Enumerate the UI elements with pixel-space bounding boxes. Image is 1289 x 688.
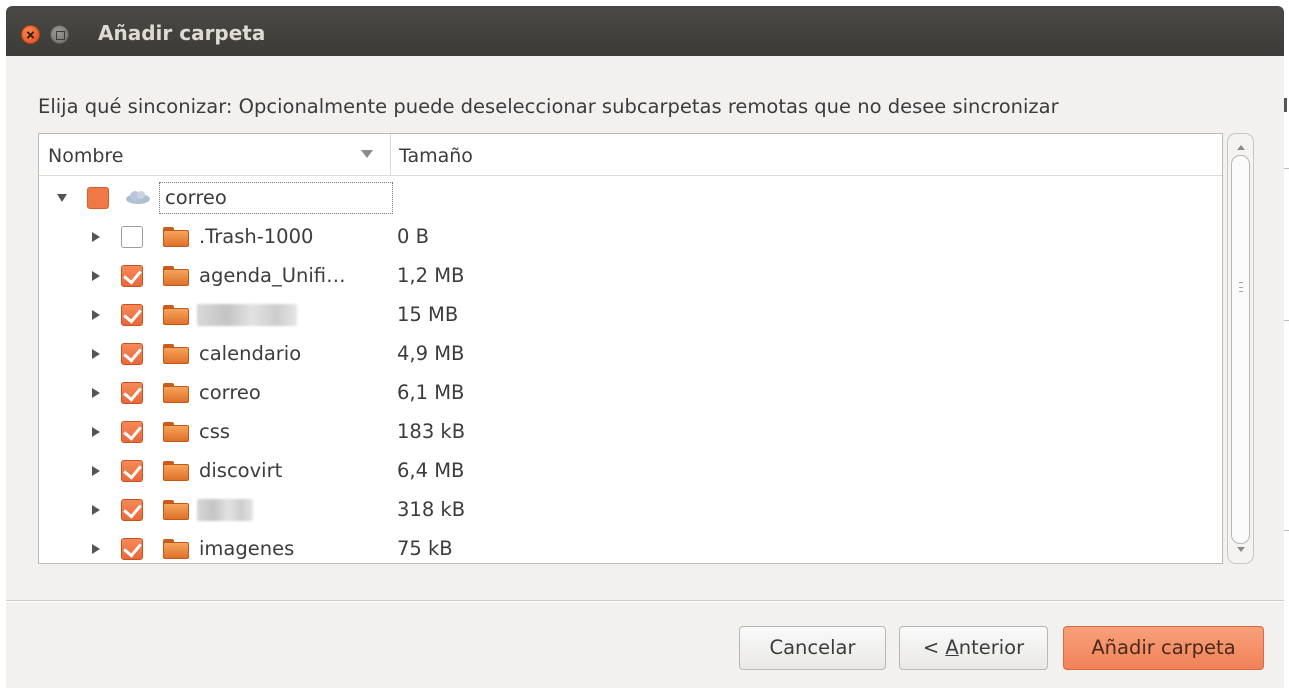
tree-row-name: correo [165,186,227,209]
checkbox-checked[interactable] [121,460,143,482]
background-window-line [1284,320,1289,321]
add-folder-dialog: Añadir carpeta Elija qué sinconizar: Opc… [6,6,1284,688]
root-checkbox[interactable] [87,187,109,209]
instructions-label: Elija qué sinconizar: Opcionalmente pued… [38,95,1059,118]
expander-closed-icon[interactable] [92,427,100,437]
folder-icon [163,461,189,481]
checkbox-checked[interactable] [121,265,143,287]
previous-button[interactable]: < Anterior [899,626,1048,670]
tree-row-size: 1,2 MB [397,264,465,287]
previous-button-rest: nterior [958,636,1025,659]
expander-closed-icon[interactable] [92,544,100,554]
folder-icon [163,422,189,442]
expander-open-icon[interactable] [57,194,67,202]
tree-row-size: 6,4 MB [397,459,465,482]
previous-button-mnemonic: A [945,636,959,659]
tree-row-size: 318 kB [397,498,466,521]
tree-row-name: agenda_Unifi… [199,264,346,287]
tree-row-name: .Trash-1000 [199,225,314,248]
tree-row-size: 75 kB [397,537,453,560]
tree-row-root[interactable]: correo [39,178,1222,217]
tree-row[interactable]: .Trash-1000 0 B [39,217,1222,256]
tree-row[interactable]: agenda_Unifi… 1,2 MB [39,256,1222,295]
folder-icon [163,383,189,403]
background-window-mark [1284,98,1287,112]
cloud-icon [125,190,151,204]
tree-row-size: 4,9 MB [397,342,465,365]
expander-closed-icon[interactable] [92,232,100,242]
column-header-size[interactable]: Tamaño [399,145,473,167]
cancel-button[interactable]: Cancelar [739,626,886,670]
checkbox-checked[interactable] [121,538,143,560]
folder-icon [163,266,189,286]
tree-row[interactable]: 15 MB [39,295,1222,334]
tree-row-name: correo [199,381,261,404]
column-header-name[interactable]: Nombre [39,134,391,176]
expander-closed-icon[interactable] [92,505,100,515]
expander-closed-icon[interactable] [92,466,100,476]
grip-icon [1239,282,1243,292]
folder-icon [163,305,189,325]
folder-icon [163,344,189,364]
tree-row[interactable]: css 183 kB [39,412,1222,451]
maximize-window-button[interactable] [50,25,69,44]
folder-icon [163,539,189,559]
scroll-up-arrow-icon[interactable] [1237,145,1245,150]
column-header-name-label: Nombre [48,145,124,167]
background-window-line [1284,168,1289,169]
scroll-down-arrow-icon[interactable] [1237,547,1245,552]
separator-highlight [6,601,1284,602]
tree-header: Nombre Tamaño [39,134,1222,176]
tree-row[interactable]: calendario 4,9 MB [39,334,1222,373]
tree-row[interactable]: imagenes 75 kB [39,529,1222,563]
checkbox-unchecked[interactable] [121,226,143,248]
folder-tree[interactable]: Nombre Tamaño correo .Trash-1000 0 B agenda… [38,133,1223,564]
expander-closed-icon[interactable] [92,271,100,281]
folder-icon [163,500,189,520]
redacted-name [197,499,253,521]
previous-button-prefix: < [922,636,946,659]
sort-descending-icon [361,150,373,158]
tree-row-name: discovirt [199,459,283,482]
tree-row-size: 6,1 MB [397,381,465,404]
checkbox-checked[interactable] [121,304,143,326]
title-bar: Añadir carpeta [6,6,1284,56]
tree-row-size: 15 MB [397,303,459,326]
tree-row-size: 0 B [397,225,429,248]
tree-row-name: css [199,420,231,443]
tree-row[interactable]: correo 6,1 MB [39,373,1222,412]
tree-row[interactable]: 318 kB [39,490,1222,529]
checkbox-checked[interactable] [121,382,143,404]
background-window-line [1284,530,1289,531]
tree-row[interactable]: discovirt 6,4 MB [39,451,1222,490]
checkbox-checked[interactable] [121,343,143,365]
add-folder-button[interactable]: Añadir carpeta [1063,626,1264,670]
tree-row-name: calendario [199,342,302,365]
scrollbar-thumb[interactable] [1231,155,1250,544]
checkbox-checked[interactable] [121,421,143,443]
redacted-name [197,304,297,326]
expander-closed-icon[interactable] [92,388,100,398]
checkbox-checked[interactable] [121,499,143,521]
tree-row-size: 183 kB [397,420,466,443]
window-title: Añadir carpeta [98,21,266,45]
expander-closed-icon[interactable] [92,310,100,320]
close-window-button[interactable] [21,25,40,44]
tree-row-name: imagenes [199,537,295,560]
tree-scrollbar[interactable] [1227,133,1254,564]
folder-icon [163,227,189,247]
expander-closed-icon[interactable] [92,349,100,359]
